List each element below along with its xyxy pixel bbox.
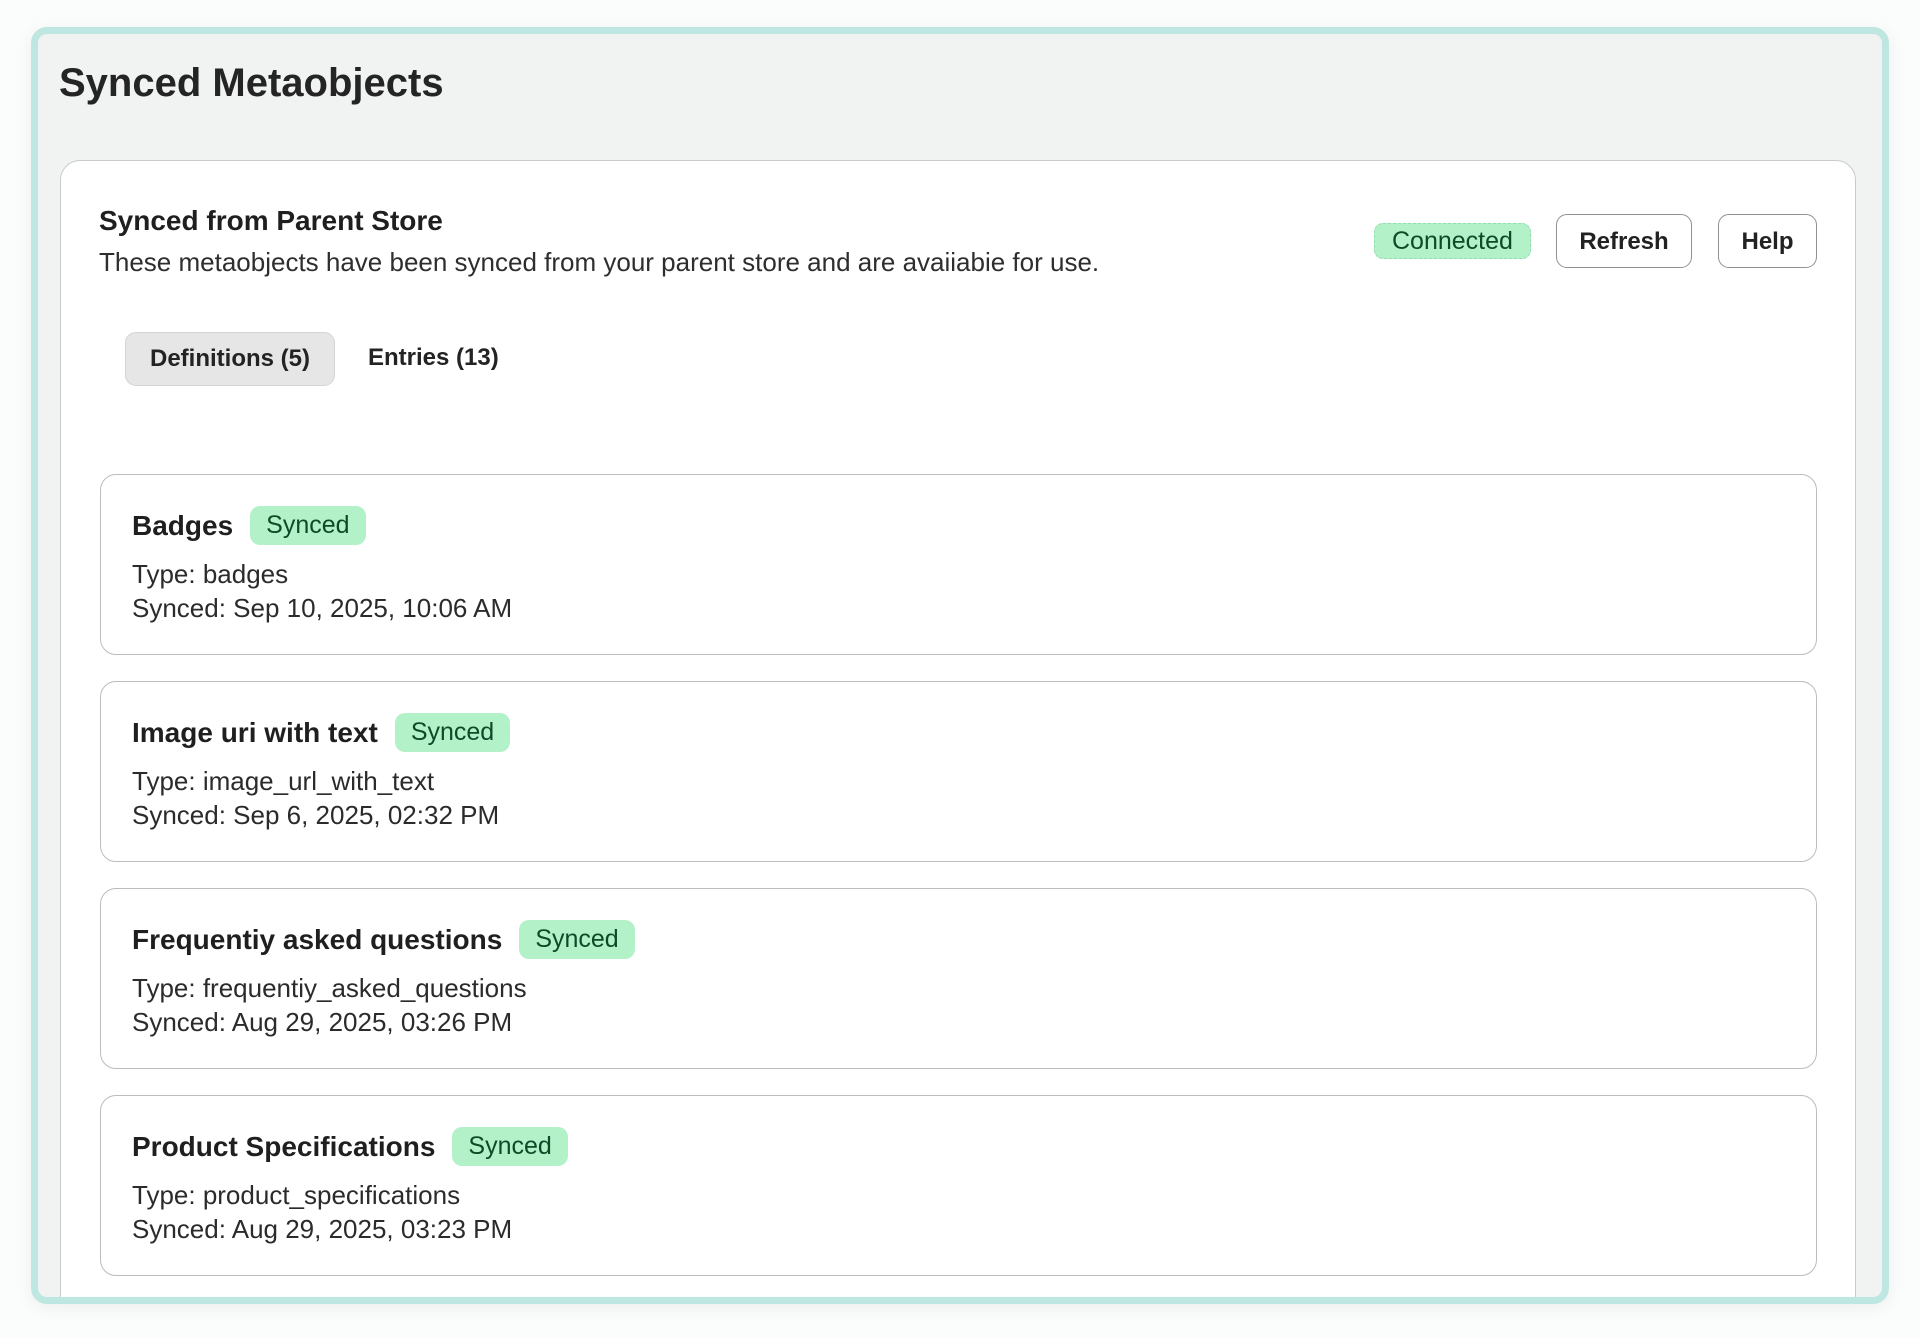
definition-synced-date: Synced: Sep 6, 2025, 02:32 PM <box>132 800 500 830</box>
definition-header: Frequentiy asked questions Synced <box>132 920 635 959</box>
connection-status-badge: Connected <box>1374 223 1531 259</box>
definition-name: Frequentiy asked questions <box>132 924 503 955</box>
refresh-button[interactable]: Refresh <box>1556 214 1692 268</box>
definition-card: Badges Synced Type: badges Synced: Sep 1… <box>100 474 1817 655</box>
definition-header: Product Specifications Synced <box>132 1127 568 1166</box>
definition-type: Type: image_url_with_text <box>132 766 435 796</box>
synced-section-card: Synced from Parent Store These metaobjec… <box>60 160 1856 1297</box>
definition-name: Product Specifications <box>132 1131 436 1162</box>
section-description: These metaobjects have been synced from … <box>99 247 1100 277</box>
app-window: Synced Metaobjects Synced from Parent St… <box>31 27 1889 1304</box>
page-title: Synced Metaobjects <box>59 61 444 105</box>
definition-synced-date: Synced: Aug 29, 2025, 03:23 PM <box>132 1214 513 1244</box>
synced-badge: Synced <box>519 920 635 959</box>
definition-type: Type: product_specifications <box>132 1180 461 1210</box>
synced-badge: Synced <box>394 713 511 752</box>
tab-definitions[interactable]: Definitions (5) <box>125 332 335 386</box>
definition-type: Type: badges <box>132 559 289 589</box>
section-title: Synced from Parent Store <box>99 205 443 236</box>
definition-header: Badges Synced <box>132 506 366 545</box>
help-button[interactable]: Help <box>1718 214 1817 268</box>
definition-card: Image uri with text Synced Type: image_u… <box>100 681 1817 862</box>
definition-name: Badges <box>132 510 234 541</box>
definition-synced-date: Synced: Aug 29, 2025, 03:26 PM <box>132 1007 513 1037</box>
synced-badge: Synced <box>452 1127 568 1166</box>
definition-type: Type: frequentiy_asked_questions <box>132 973 527 1003</box>
definition-name: Image uri with text <box>132 717 378 748</box>
definition-card: Frequentiy asked questions Synced Type: … <box>100 888 1817 1069</box>
definition-synced-date: Synced: Sep 10, 2025, 10:06 AM <box>132 593 513 623</box>
synced-badge: Synced <box>250 506 366 545</box>
definition-header: Image uri with text Synced <box>132 713 511 752</box>
tab-entries[interactable]: Entries (13) <box>368 332 499 386</box>
definition-card: Product Specifications Synced Type: prod… <box>100 1095 1817 1276</box>
